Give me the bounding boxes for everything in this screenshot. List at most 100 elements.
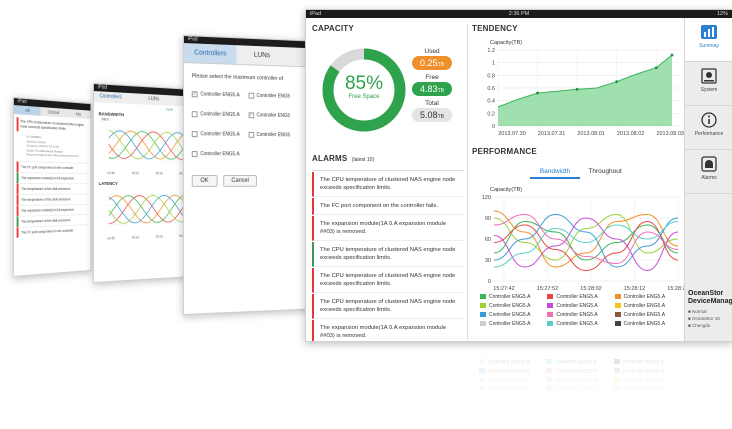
alarm-detail-title[interactable]: The CPU temperature of clustered NAS eng… — [16, 117, 89, 135]
tab-critical[interactable]: Critical — [41, 107, 66, 117]
performance-chart: Capacity(TB) 0 30 60 90 120 15:27:42 15:27:52 15… — [482, 187, 684, 292]
sidebar-item-alarms[interactable]: Alarms — [685, 150, 732, 194]
tab-all[interactable]: All — [13, 105, 41, 116]
controller-option-label: Controller ENG5 — [256, 132, 291, 139]
legend-label: Controller ENG5.A — [623, 293, 666, 300]
alarm-item[interactable]: The FC port component on the controller … — [312, 198, 464, 215]
tendency-panel: TENDENCY Capacity(TB) 0 0.2 0.4 0.6 0.8 1 1.2 20… — [472, 24, 684, 148]
alarm-item[interactable]: The expansion module(1A 0.A expansion mo… — [312, 216, 464, 241]
cancel-button[interactable]: Cancel — [222, 175, 258, 187]
alarm-item[interactable]: The CPU temperature of clustered NAS eng… — [312, 268, 464, 293]
column-divider — [467, 24, 468, 340]
performance-title: PERFORMANCE — [472, 147, 537, 156]
performance-tabs: Bandwidth Throughout — [530, 165, 630, 179]
alarms-subtitle: (latest 10) — [351, 157, 375, 163]
device-label: iPad — [17, 98, 27, 106]
sidebar-item-performance[interactable]: Performance — [685, 106, 732, 150]
controller-option[interactable]: Controller ENG5 — [248, 92, 302, 100]
legend-label: Controller ENG5.A — [556, 293, 598, 300]
x-tick-label: 15:27:52 — [537, 286, 558, 292]
controller-option[interactable]: Controller ENG5.A — [191, 111, 248, 118]
clock: 2:36 PM — [508, 11, 530, 17]
controller-option[interactable]: Controller ENG5.A — [191, 151, 248, 158]
tab-controllers[interactable]: Controllers — [183, 43, 237, 64]
alarm-item[interactable]: The expansion module(1A 0.A expansion mo… — [312, 320, 464, 341]
legend-item: Controller ENG5.A — [479, 367, 544, 374]
series-line — [493, 220, 679, 261]
alarm-item[interactable]: The CPU temperature of clustered NAS eng… — [312, 172, 464, 197]
x-tick-label: 15:28:12 — [624, 286, 645, 292]
alarm-row[interactable]: The expansion module(1A GA expansion — [16, 171, 89, 183]
tablet-alarm-list: iPad All Critical Ma The CPU temperature… — [13, 97, 92, 277]
x-tick-label: 09:16 — [131, 235, 140, 240]
legend-item: Controller ENG5.A — [613, 367, 679, 374]
legend-swatch — [613, 377, 620, 382]
x-tick-label: 2013.08.03 — [656, 131, 684, 137]
y-tick-label: 0.2 — [487, 111, 495, 117]
legend-swatch — [547, 312, 554, 317]
used-label: Used — [424, 48, 440, 55]
free-percent: 85% — [344, 73, 384, 94]
alarm-rows: The FC port component on the controller T… — [14, 160, 90, 238]
tab-bandwidth[interactable]: Bandwidth — [530, 165, 580, 179]
legend-item: Controller ENG5.A — [546, 376, 611, 383]
free-stat: Free 4.83TB — [412, 74, 452, 96]
legend-label: Controller ENG5.A — [488, 358, 530, 365]
legend-swatch — [613, 386, 620, 391]
alarm-row[interactable]: The temperature of the disk enclosure — [16, 182, 89, 194]
legend-item: Controller ENG5.A — [480, 293, 545, 300]
capacity-panel: CAPACITY 85% Free Space Used 0.25TB Free… — [312, 24, 464, 150]
controller-option[interactable]: Controller ENG5 — [248, 131, 302, 139]
checkbox[interactable] — [191, 131, 198, 138]
sidebar-item-summay[interactable]: Summay — [685, 18, 732, 62]
legend-label: Controller ENG5.A — [555, 385, 597, 392]
tab-luns[interactable]: LUNs — [236, 45, 287, 65]
legend-label: Controller ENG5.A — [622, 367, 665, 374]
sidebar-item-label: System — [700, 87, 718, 93]
legend-swatch — [479, 377, 485, 382]
tab-major[interactable]: Ma — [66, 109, 90, 119]
tab-controllers[interactable]: Controllers — [94, 91, 143, 104]
legend-item: Controller ENG5.A — [546, 385, 611, 392]
total-unit: TB — [437, 114, 444, 120]
donut-label: 85% Free Space — [320, 73, 408, 101]
x-tick-label: 14:36 — [106, 171, 115, 176]
legend-swatch — [479, 386, 485, 391]
sidebar-item-system[interactable]: System — [685, 62, 732, 106]
bar-chart-icon — [685, 24, 732, 40]
checkbox[interactable] — [248, 131, 254, 138]
checkbox[interactable] — [248, 92, 254, 99]
device-info: ■ Normal ■ OceanStor 18 ■ Chengdu — [688, 308, 720, 329]
checkbox[interactable]: ✓ — [248, 112, 254, 119]
x-tick-label: 09:18 — [155, 234, 163, 239]
tablet-controller-select: iPad Controllers LUNs Please select the … — [183, 35, 311, 315]
legend-swatch — [546, 386, 553, 391]
legend-swatch — [479, 359, 485, 364]
legend-swatch — [546, 377, 553, 382]
checkbox[interactable] — [191, 111, 198, 118]
controller-option[interactable]: Controller ENG5.A — [191, 131, 248, 138]
latency-chart — [100, 187, 185, 237]
tab-throughout[interactable]: Throughout — [580, 165, 630, 179]
ok-button[interactable]: OK — [191, 175, 218, 187]
checkbox[interactable] — [191, 151, 198, 158]
legend-label: Controller ENG5.A — [555, 376, 597, 383]
alarm-item[interactable]: The CPU temperature of clustered NAS eng… — [312, 242, 464, 267]
checkbox[interactable]: ✓ — [191, 91, 198, 98]
alarm-item[interactable]: The CPU temperature of clustered NAS eng… — [312, 294, 464, 319]
alarm-row[interactable]: The FC port component on the controller — [16, 223, 89, 238]
grid-line — [109, 194, 185, 195]
controller-option[interactable]: ✓ Controller ENG5 — [248, 112, 302, 119]
free-value: 4.83 — [420, 84, 438, 94]
legend-item: Controller ENG5.A — [547, 293, 612, 300]
info-icon — [685, 112, 732, 128]
battery-level: 12% — [716, 11, 728, 17]
x-tick-label: 2013.08.02 — [617, 131, 645, 137]
device-info-line: ■ OceanStor 18 — [688, 315, 720, 322]
legend-label: Controller ENG5.A — [622, 376, 665, 383]
controller-option[interactable]: ✓ Controller ENG5.A — [191, 91, 248, 98]
brand-line-2: DeviceManag — [688, 298, 732, 305]
legend-label: Controller ENG5.A — [489, 311, 531, 318]
data-point — [615, 80, 619, 84]
legend-label: Controller ENG5.A — [555, 367, 597, 374]
